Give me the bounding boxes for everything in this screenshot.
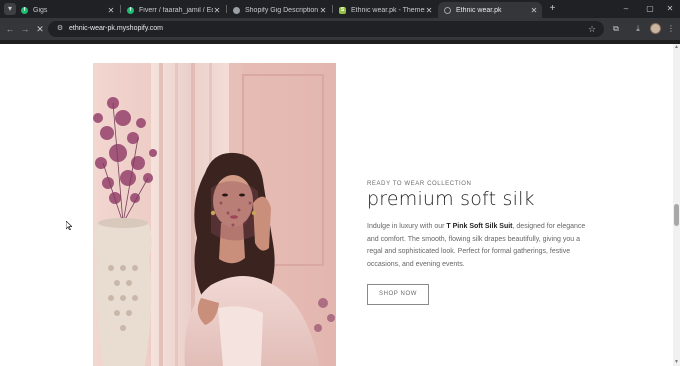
tab-title: Fiverr / faarah_jamil / Edit Gig (139, 6, 213, 14)
globe-icon (233, 6, 240, 14)
mouse-cursor-icon (66, 221, 72, 230)
tab-title: Ethnic wear.pk (456, 6, 502, 14)
close-icon[interactable]: ✕ (319, 6, 327, 15)
tab-fiverr-edit-gig[interactable]: f Fiverr / faarah_jamil / Edit Gig ✕ (121, 2, 225, 18)
page-icon (444, 6, 451, 14)
download-icon[interactable]: ⤓ (632, 23, 644, 35)
shop-now-button[interactable]: SHOP NOW (367, 284, 429, 305)
browser-toolbar: ← → ✕ ⚙ ethnic-wear-pk.myshopify.com ☆ ⧉… (0, 18, 680, 40)
product-name: T Pink Soft Silk Suit (446, 223, 513, 230)
url-text[interactable]: ethnic-wear-pk.myshopify.com (69, 21, 163, 37)
minimize-icon[interactable]: – (620, 3, 632, 14)
avatar[interactable] (650, 23, 661, 34)
page-scrollbar[interactable]: ▲ ▼ (673, 44, 680, 366)
address-bar[interactable]: ⚙ ethnic-wear-pk.myshopify.com ☆ (48, 21, 604, 37)
page-header-strip (0, 40, 680, 44)
tab-title: Shopify Gig Description (245, 6, 319, 14)
product-photo (93, 63, 336, 366)
fiverr-icon: f (127, 6, 134, 14)
scroll-thumb[interactable] (674, 204, 679, 226)
tab-shopify-themes[interactable]: S Ethnic wear.pk - Themes - Shop ✕ (333, 2, 437, 18)
maximize-icon[interactable]: ▢ (644, 3, 656, 14)
shopify-icon: S (339, 6, 346, 14)
model-illustration (93, 63, 336, 366)
window-close-icon[interactable]: ✕ (664, 3, 676, 14)
scroll-up-icon[interactable]: ▲ (673, 44, 680, 51)
stop-loading-icon[interactable]: ✕ (34, 23, 46, 35)
bookmark-star-icon[interactable]: ☆ (586, 23, 598, 35)
tab-ethnic-wear[interactable]: Ethnic wear.pk ✕ (438, 2, 542, 18)
close-icon[interactable]: ✕ (213, 6, 221, 15)
tab-shopify-gig-description[interactable]: Shopify Gig Description ✕ (227, 2, 331, 18)
back-icon[interactable]: ← (4, 23, 16, 35)
close-icon[interactable]: ✕ (107, 6, 115, 15)
tab-gigs[interactable]: f Gigs ✕ (15, 2, 119, 18)
section-heading: premium soft silk (367, 188, 535, 210)
close-icon[interactable]: ✕ (425, 6, 433, 15)
description-intro: Indulge in luxury with our (367, 223, 447, 230)
close-icon[interactable]: ✕ (530, 6, 538, 15)
scroll-down-icon[interactable]: ▼ (673, 359, 680, 366)
menu-icon[interactable]: ⋮ (665, 23, 677, 35)
forward-icon[interactable]: → (19, 23, 31, 35)
page-viewport: READY TO WEAR COLLECTION premium soft si… (0, 40, 680, 366)
section-description: Indulge in luxury with our T Pink Soft S… (367, 221, 589, 271)
tab-title: Gigs (33, 6, 48, 14)
tab-strip: ▾ f Gigs ✕ f Fiverr / faarah_jamil / Edi… (0, 0, 680, 18)
fiverr-icon: f (21, 6, 28, 14)
collection-eyebrow: READY TO WEAR COLLECTION (367, 181, 472, 187)
new-tab-button[interactable]: + (547, 3, 558, 14)
site-info-icon[interactable]: ⚙ (55, 24, 65, 34)
tab-title: Ethnic wear.pk - Themes - Shop (351, 6, 425, 14)
extensions-icon[interactable]: ⧉ (610, 23, 622, 35)
